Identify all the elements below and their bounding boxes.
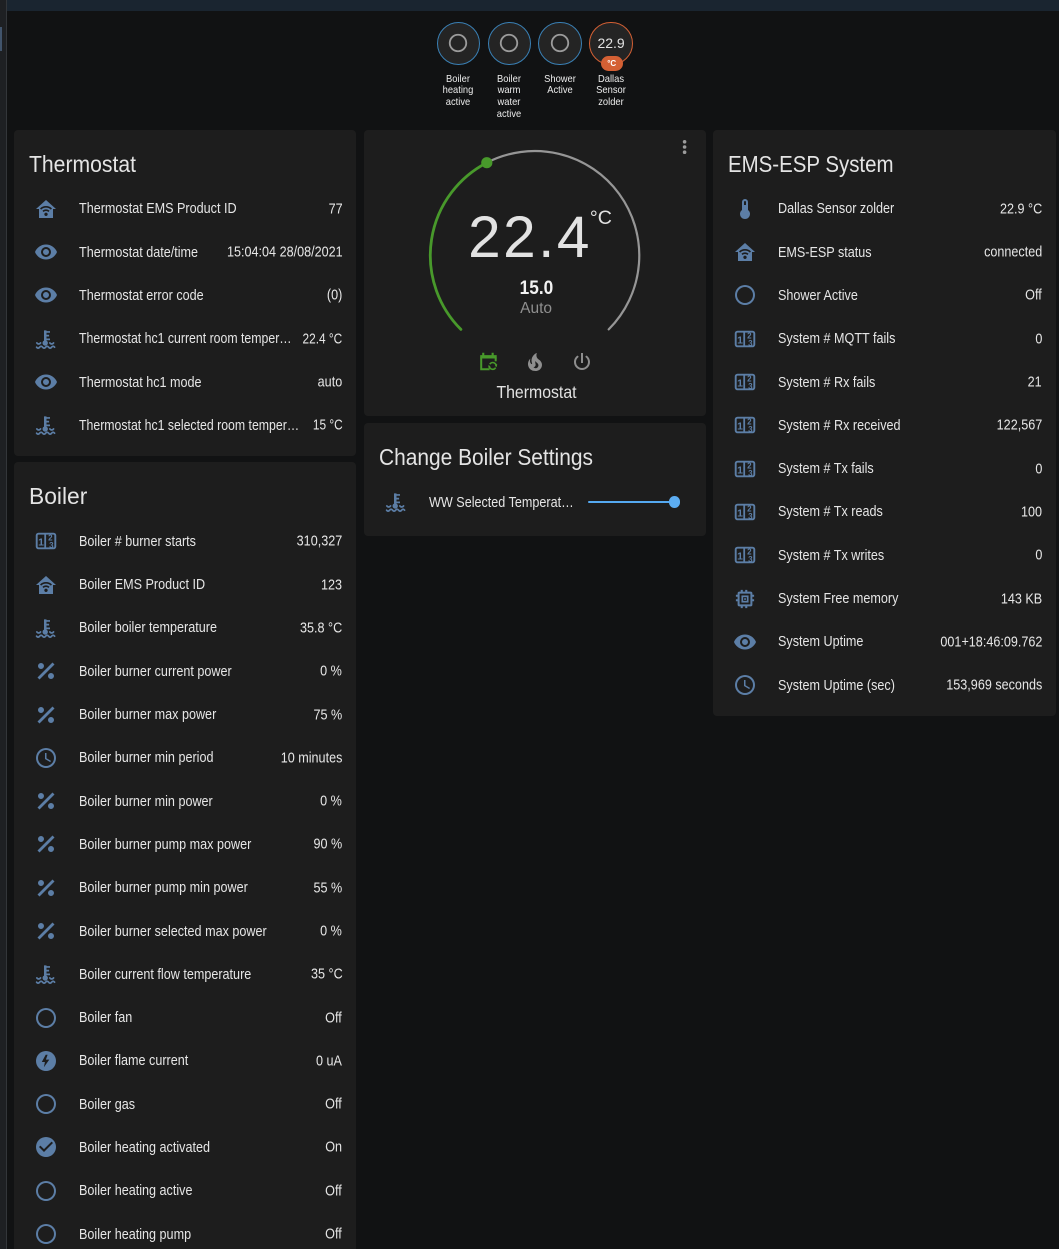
svg-text:3: 3 [749, 512, 754, 521]
svg-text:1: 1 [738, 334, 744, 346]
svg-text:3: 3 [749, 339, 754, 348]
svg-text:3: 3 [749, 469, 754, 478]
svg-text:3: 3 [749, 382, 754, 391]
svg-text:3: 3 [749, 426, 754, 435]
svg-text:1: 1 [738, 551, 744, 563]
svg-text:1: 1 [38, 537, 44, 549]
svg-text:1: 1 [738, 377, 744, 389]
svg-text:1: 1 [738, 507, 744, 519]
svg-text:1: 1 [738, 421, 744, 433]
svg-text:3: 3 [749, 555, 754, 564]
svg-text:1: 1 [738, 464, 744, 476]
svg-text:3: 3 [49, 542, 54, 551]
